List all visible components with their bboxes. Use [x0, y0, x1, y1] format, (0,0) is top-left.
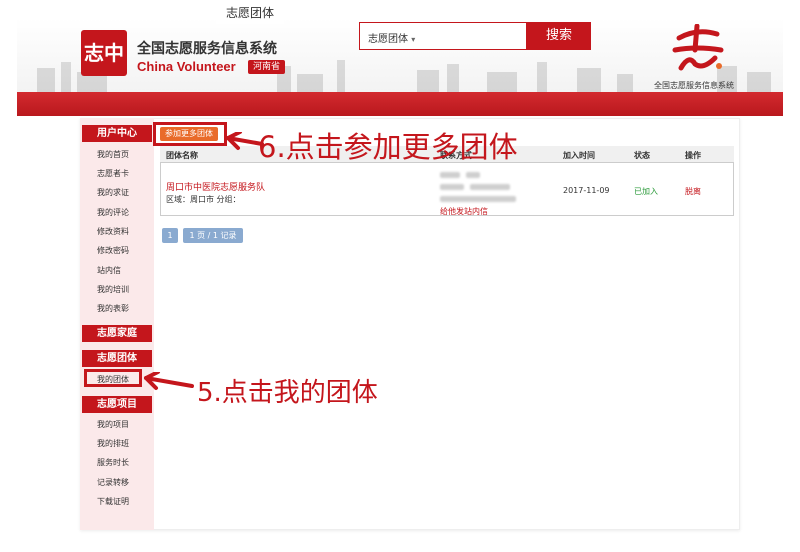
group-region-text: 区域：周口市 分组： — [166, 195, 241, 204]
sidebar-item-volunteer-card[interactable]: 志愿者卡 — [97, 168, 129, 179]
pager-current-page[interactable]: 1 — [162, 228, 178, 243]
contact-redacted — [440, 196, 516, 202]
sidebar-item-my-home[interactable]: 我的首页 — [97, 149, 129, 160]
main-nav — [17, 92, 783, 116]
join-time-value: 2017-11-09 — [563, 186, 610, 195]
province-badge: 河南省 — [248, 60, 286, 74]
leave-group-link[interactable]: 脱离 — [685, 186, 701, 197]
nav-item-home[interactable]: 首页 — [90, 0, 140, 24]
annotation-step5-text: 5.点击我的团体 — [197, 378, 378, 408]
contact-redacted — [440, 172, 460, 178]
sidebar-item-my-schedule[interactable]: 我的排班 — [97, 438, 129, 449]
sidebar-section-family[interactable]: 志愿家庭 — [82, 325, 152, 342]
chevron-down-icon: ▾ — [411, 35, 416, 44]
volunteer-logo-icon — [672, 24, 724, 71]
page-root: 志中 全国志愿服务信息系统 China Volunteer 河南省 全国志愿服务… — [0, 0, 800, 552]
pager-summary: 1 页 / 1 记录 — [183, 228, 243, 243]
right-logo-caption: 全国志愿服务信息系统 — [654, 81, 734, 90]
annotation-highlight-my-groups — [84, 369, 142, 387]
search-input[interactable]: 志愿团体 ▾ — [359, 22, 527, 50]
sidebar-item-service-hours[interactable]: 服务时长 — [97, 457, 129, 468]
annotation-highlight-join-more — [153, 122, 227, 146]
nav-item-projects[interactable]: 志愿项目 — [145, 0, 211, 24]
column-header-status: 状态 — [634, 151, 650, 160]
sidebar-section-groups[interactable]: 志愿团体 — [82, 350, 152, 367]
sidebar-item-my-comments[interactable]: 我的评论 — [97, 207, 129, 218]
contact-redacted — [470, 184, 510, 190]
sidebar-item-my-projects[interactable]: 我的项目 — [97, 419, 129, 430]
search-button[interactable]: 搜索 — [527, 22, 591, 50]
contact-redacted — [466, 172, 480, 178]
sidebar — [80, 118, 154, 530]
send-message-link[interactable]: 给他发站内信 — [440, 206, 488, 217]
search-category-label: 志愿团体 — [368, 34, 408, 45]
annotation-arrow-icon — [144, 372, 194, 390]
contact-redacted — [440, 184, 464, 190]
search-category-select[interactable]: 志愿团体 ▾ — [368, 30, 415, 45]
group-name-link[interactable]: 周口市中医院志愿服务队 — [166, 180, 265, 193]
sidebar-section-user-center[interactable]: 用户中心 — [82, 125, 152, 142]
nav-item-help-center[interactable]: 求助中心 — [288, 0, 350, 24]
sidebar-item-change-password[interactable]: 修改密码 — [97, 245, 129, 256]
sidebar-item-record-transfer[interactable]: 记录转移 — [97, 477, 129, 488]
nav-item-groups[interactable]: 志愿团体 — [216, 2, 284, 24]
sidebar-item-my-verification[interactable]: 我的求证 — [97, 187, 129, 198]
sidebar-item-download-certificate[interactable]: 下载证明 — [97, 496, 129, 507]
column-header-join-time: 加入时间 — [563, 151, 595, 160]
sidebar-item-my-training[interactable]: 我的培训 — [97, 284, 129, 295]
sidebar-item-inbox[interactable]: 站内信 — [97, 265, 121, 276]
site-logo[interactable]: 志中 — [81, 30, 127, 76]
annotation-step6-text: 6.点击参加更多团体 — [258, 130, 518, 164]
sidebar-item-edit-profile[interactable]: 修改资料 — [97, 226, 129, 237]
sidebar-item-my-honors[interactable]: 我的表彰 — [97, 303, 129, 314]
site-subtitle: China Volunteer — [137, 59, 236, 74]
column-header-group-name: 团体名称 — [166, 151, 198, 160]
column-header-action: 操作 — [685, 151, 701, 160]
status-badge: 已加入 — [634, 187, 658, 196]
sidebar-section-projects[interactable]: 志愿项目 — [82, 396, 152, 413]
site-title: 全国志愿服务信息系统 — [137, 41, 277, 57]
